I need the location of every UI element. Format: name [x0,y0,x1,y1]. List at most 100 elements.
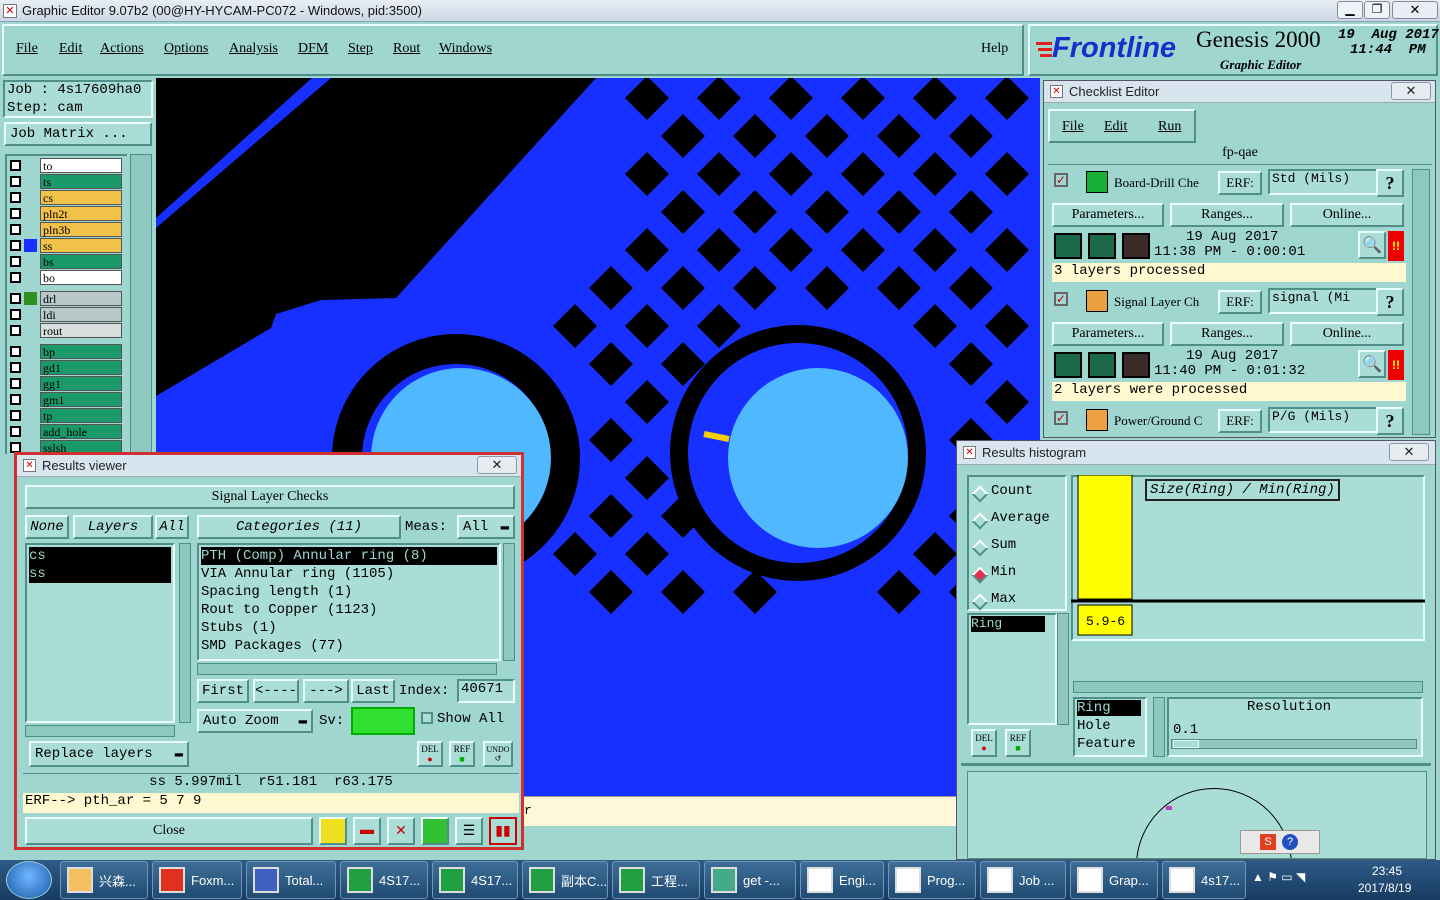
taskbar-item[interactable]: Foxm... [152,861,242,899]
layer-row-gg1[interactable]: gg1 [8,376,124,391]
check-3-checkbox[interactable]: ✓ [1054,411,1068,425]
layer-name[interactable]: bo [40,270,122,285]
results-ref-button[interactable]: REF ■ [449,741,475,767]
taskbar-item[interactable]: Total... [246,861,336,899]
check-1-parameters-button[interactable]: Parameters... [1052,203,1164,227]
check-1-ranges-button[interactable]: Ranges... [1170,203,1284,227]
results-category-list[interactable]: PTH (Comp) Annular ring (8) VIA Annular … [197,543,501,661]
check-3-erf[interactable]: ERF: [1218,409,1262,433]
checklist-menu-run[interactable]: Run [1158,119,1181,135]
check-2-zoom-icon[interactable]: 🔍 [1358,350,1386,378]
minimize-button[interactable]: ▁ [1337,1,1363,19]
menu-analysis[interactable]: Analysis [229,41,278,57]
layer-name[interactable]: rout [40,323,122,338]
check-3-erf-value[interactable]: P/G (Mils) [1268,407,1378,433]
results-layer-vscroll[interactable] [179,543,191,723]
layer-name[interactable]: pln3b [40,222,122,237]
results-auto-zoom-select[interactable]: Auto Zoom ▬ [197,709,313,733]
category-item-spacing-length[interactable]: Spacing length (1) [201,583,352,601]
layer-row-add_hole[interactable]: add_hole [8,424,124,439]
category-item-stubs[interactable]: Stubs (1) [201,619,277,637]
results-del-button[interactable]: DEL ● [417,741,443,767]
layer-checkbox[interactable] [10,160,21,171]
layer-color-swatch[interactable] [24,292,37,305]
clock-time[interactable]: 23:45 [1372,864,1402,878]
layer-color-swatch[interactable] [24,409,37,422]
results-all-button[interactable]: All [155,515,189,539]
layer-row-drl[interactable]: drl [8,291,124,306]
menu-dfm[interactable]: DFM [298,41,328,57]
show-all-checkbox[interactable] [421,712,433,724]
check-1-stop-icon[interactable] [1122,233,1150,259]
layer-checkbox[interactable] [10,325,21,336]
results-tool-icon-4[interactable] [421,817,449,845]
layer-checkbox[interactable] [10,208,21,219]
layer-checkbox[interactable] [10,192,21,203]
layer-color-swatch[interactable] [24,255,37,268]
layer-name[interactable]: bp [40,344,122,359]
layer-name[interactable]: gg1 [40,376,122,391]
layer-name[interactable]: to [40,158,122,173]
checklist-menu-file[interactable]: File [1062,119,1084,135]
layer-scrollbar[interactable] [130,154,152,454]
results-prev-button[interactable]: <---- [253,679,299,703]
layer-color-swatch[interactable] [24,324,37,337]
histogram-list-scrollbar[interactable] [1057,613,1069,725]
check-2-stop-icon[interactable] [1122,352,1150,378]
layer-color-swatch[interactable] [24,345,37,358]
results-layer-cs[interactable]: cs [29,547,171,565]
layer-color-swatch[interactable] [24,377,37,390]
checklist-close-button[interactable]: ✕ [1391,82,1431,100]
layer-name[interactable]: add_hole [40,424,122,439]
category-item-rout-to-copper[interactable]: Rout to Copper (1123) [201,601,377,619]
layer-color-swatch[interactable] [24,175,37,188]
check-2-parameters-button[interactable]: Parameters... [1052,322,1164,346]
layer-row-ss[interactable]: ss [8,238,124,253]
taskbar-item[interactable]: Prog... [888,861,976,899]
check-2-online-button[interactable]: Online... [1290,322,1404,346]
histogram-del-button[interactable]: DEL ● [971,729,997,757]
layer-row-gd1[interactable]: gd1 [8,360,124,375]
layer-row-gm1[interactable]: gm1 [8,392,124,407]
layer-checkbox[interactable] [10,378,21,389]
results-category-hscroll[interactable] [197,663,497,675]
layer-row-bo[interactable]: bo [8,270,124,285]
histogram-by-scrollbar[interactable] [1153,697,1165,757]
maximize-button[interactable]: ❐ [1364,1,1390,19]
check-2-label[interactable]: Signal Layer Ch [1114,294,1216,310]
layer-row-cs[interactable]: cs [8,190,124,205]
layer-checkbox[interactable] [10,224,21,235]
layer-checkbox[interactable] [10,256,21,267]
check-3-help-button[interactable]: ? [1376,407,1404,435]
taskbar-item[interactable]: 兴森... [60,861,148,899]
layer-checkbox[interactable] [10,309,21,320]
replace-layers-select[interactable]: Replace layers ▬ [29,741,189,767]
layer-name[interactable]: drl [40,291,122,306]
results-none-button[interactable]: None [25,515,69,539]
layer-row-bs[interactable]: bs [8,254,124,269]
results-tool-icon-3[interactable]: ✕ [387,817,415,845]
histogram-close-button[interactable]: ✕ [1389,443,1429,461]
histogram-bar[interactable] [1077,475,1133,600]
results-tool-icon-2[interactable]: ▬ [353,817,381,845]
results-layer-list[interactable]: cs ss [25,543,175,723]
menu-rout[interactable]: Rout [393,41,420,57]
results-first-button[interactable]: First [197,679,249,703]
check-1-erf[interactable]: ERF: [1218,171,1262,195]
results-categories-button[interactable]: Categories (11) [197,515,401,539]
check-2-run-icon[interactable] [1054,352,1082,378]
category-item-via-annular[interactable]: VIA Annular ring (1105) [201,565,394,583]
results-undo-button[interactable]: UNDO ↺ [483,741,513,767]
layer-color-swatch[interactable] [24,271,37,284]
results-next-button[interactable]: ---> [303,679,349,703]
menu-help[interactable]: Help [981,41,1008,57]
clock-date[interactable]: 2017/8/19 [1358,881,1411,895]
histogram-by-hole[interactable]: Hole [1077,718,1111,734]
histogram-by-feature[interactable]: Feature [1077,736,1136,752]
taskbar-item[interactable]: 副本C... [522,861,608,899]
layer-color-swatch[interactable] [24,159,37,172]
resolution-slider-thumb[interactable] [1173,740,1199,748]
layer-color-swatch[interactable] [24,361,37,374]
layer-checkbox[interactable] [10,240,21,251]
layer-color-swatch[interactable] [24,207,37,220]
